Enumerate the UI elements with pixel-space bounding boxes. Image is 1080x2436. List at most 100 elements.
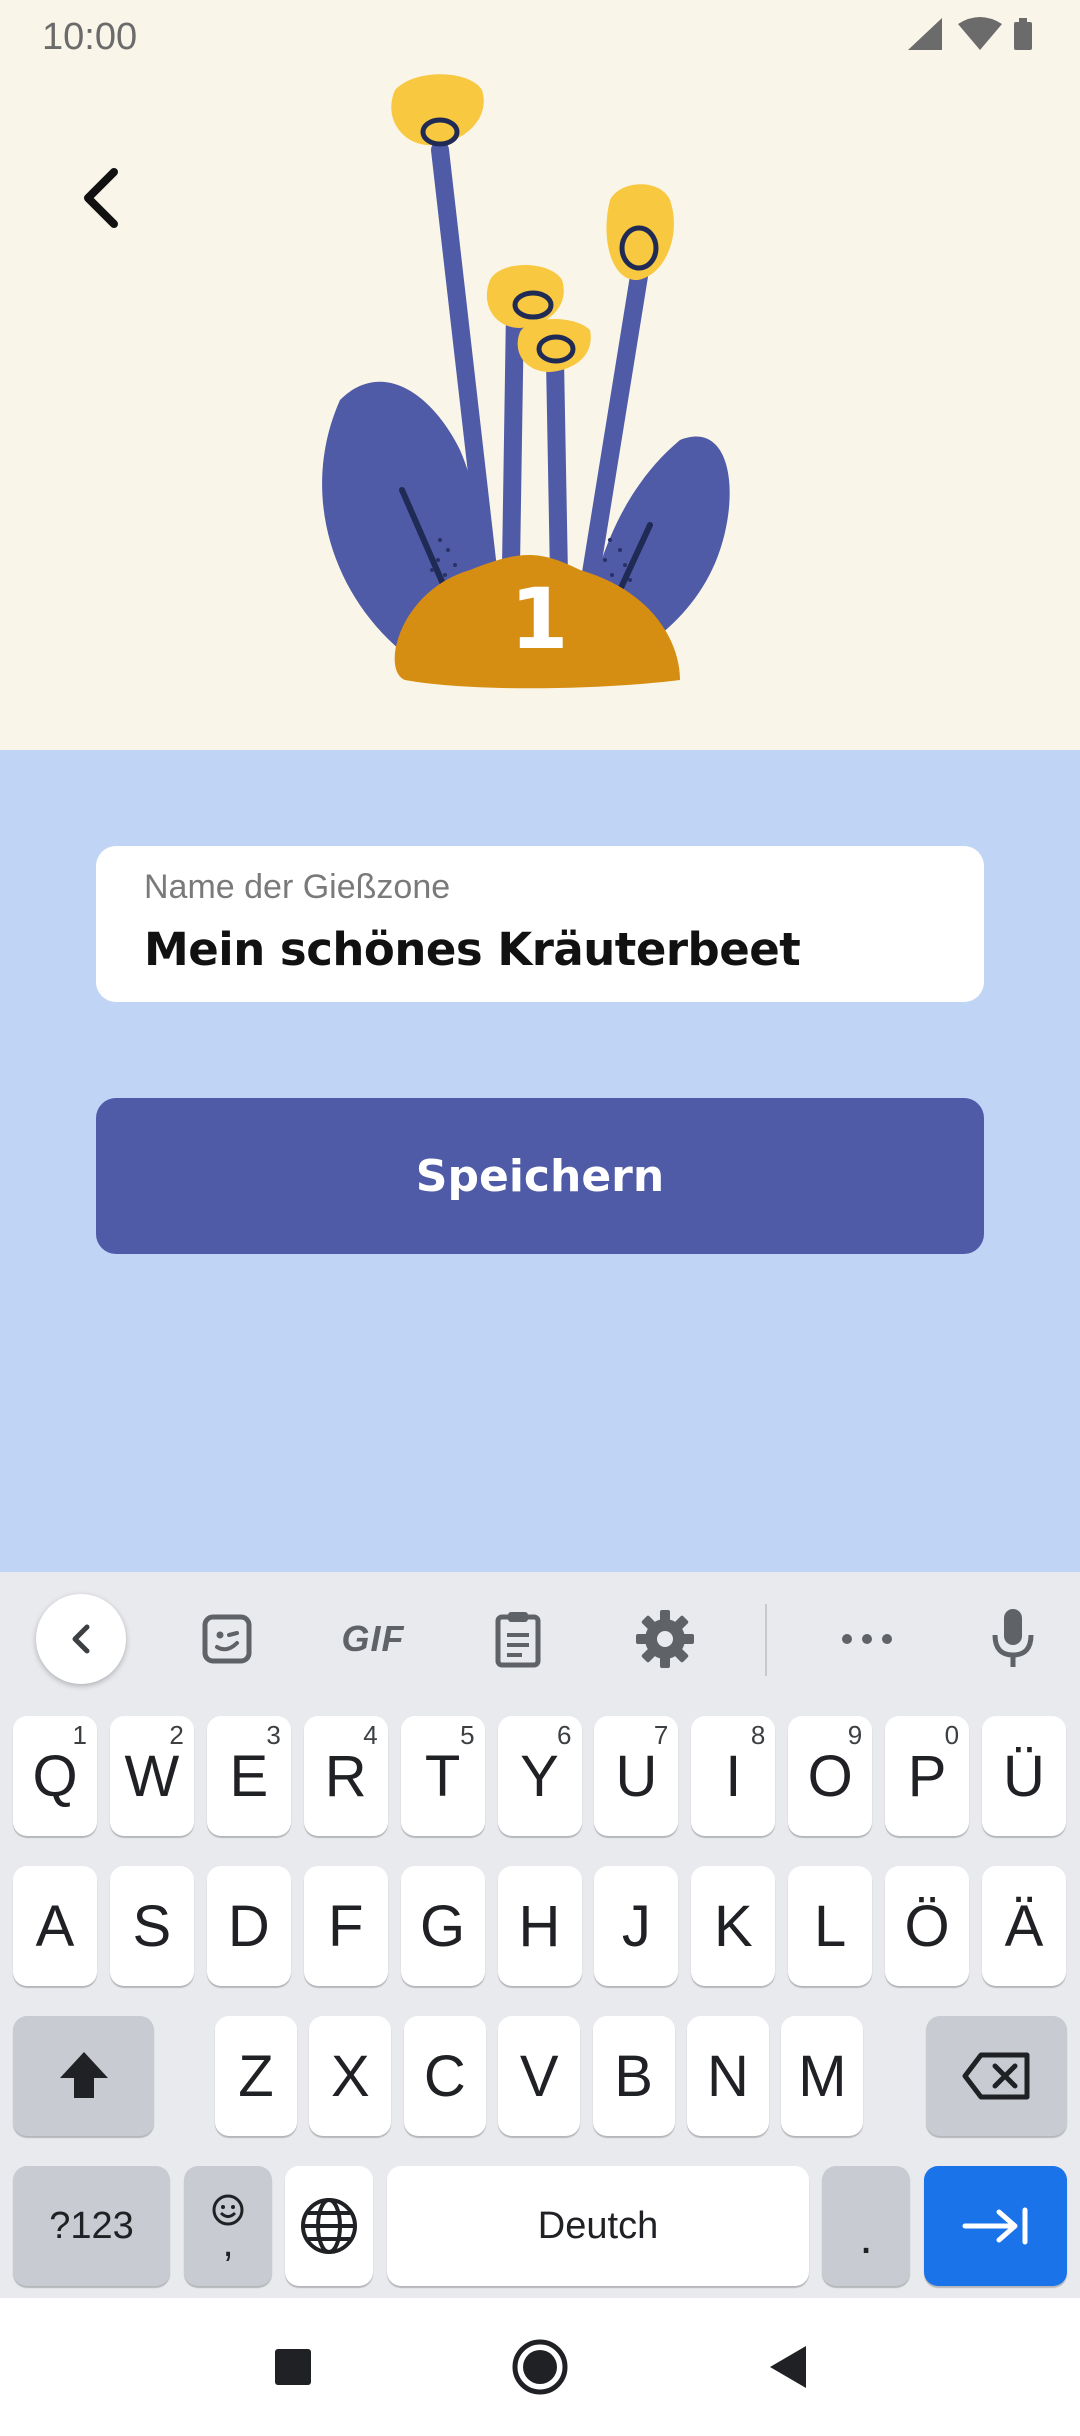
key-o-hint: 9 xyxy=(847,1720,863,1750)
more-button[interactable] xyxy=(822,1594,912,1684)
key-ä-label: Ä xyxy=(1004,1893,1044,1959)
home-icon xyxy=(512,2339,568,2395)
back-icon xyxy=(770,2346,806,2388)
chevron-left-icon xyxy=(84,168,118,228)
key-y[interactable]: Y6 xyxy=(497,1716,582,1836)
key-r[interactable]: R4 xyxy=(303,1716,388,1836)
key-b[interactable]: B xyxy=(592,2016,675,2136)
home-button[interactable] xyxy=(505,2332,575,2402)
key-w-hint: 2 xyxy=(169,1720,184,1750)
key-p[interactable]: P0 xyxy=(885,1716,970,1836)
key-d[interactable]: D xyxy=(206,1866,291,1986)
key-w-label: W xyxy=(124,1743,180,1809)
gif-button[interactable]: GIF xyxy=(328,1594,418,1684)
key-z-label: Z xyxy=(238,2043,274,2109)
key-t-label: T xyxy=(424,1743,461,1809)
key-r-label: R xyxy=(324,1743,367,1809)
key-m[interactable]: M xyxy=(781,2016,864,2136)
language-key[interactable] xyxy=(285,2166,373,2286)
sticker-icon xyxy=(202,1614,252,1664)
status-time: 10:00 xyxy=(42,16,138,58)
key-c[interactable]: C xyxy=(403,2016,486,2136)
key-g-label: G xyxy=(420,1893,466,1959)
key-r-hint: 4 xyxy=(363,1720,378,1750)
key-i-label: I xyxy=(725,1743,742,1809)
collapse-keyboard-button[interactable] xyxy=(36,1594,126,1684)
plant-illustration: 1 xyxy=(320,70,740,690)
key-q-label: Q xyxy=(32,1743,78,1809)
key-b-label: B xyxy=(614,2043,653,2109)
key-ü[interactable]: Ü xyxy=(982,1716,1066,1836)
key-g[interactable]: G xyxy=(400,1866,485,1986)
battery-icon xyxy=(1014,18,1032,50)
key-f-label: F xyxy=(327,1893,364,1959)
sticker-button[interactable] xyxy=(182,1594,272,1684)
key-ü-label: Ü xyxy=(1003,1743,1045,1809)
keyboard: G I F Q 1 W 2 E 3 R 4 T 5 Y 6 U 7 I 8 O 9 … xyxy=(0,1572,1080,2298)
key-u[interactable]: U7 xyxy=(594,1716,679,1836)
key-ö[interactable]: Ö xyxy=(885,1866,970,1986)
key-j[interactable]: J xyxy=(594,1866,679,1986)
shift-key[interactable] xyxy=(13,2016,154,2136)
keyboard-toolbar: GIF xyxy=(0,1572,1080,1700)
key-e[interactable]: E3 xyxy=(206,1716,291,1836)
key-h[interactable]: H xyxy=(497,1866,582,1986)
zone-name-field[interactable]: Name der Gießzone Mein schönes Kräuterbe… xyxy=(96,846,984,1002)
key-z[interactable]: Z xyxy=(215,2016,297,2136)
key-k[interactable]: K xyxy=(691,1866,776,1986)
key-y-hint: 6 xyxy=(557,1720,572,1750)
key-w[interactable]: W2 xyxy=(109,1716,194,1836)
zone-name-label: Name der Gießzone xyxy=(144,868,451,906)
navigation-bar xyxy=(0,2298,1080,2436)
save-button[interactable]: Speichern xyxy=(96,1098,984,1254)
clipboard-button[interactable] xyxy=(473,1594,563,1684)
shift-icon xyxy=(59,2052,108,2098)
voice-input-button[interactable] xyxy=(968,1594,1058,1684)
plant-number: 1 xyxy=(510,570,569,668)
tab-next-icon xyxy=(962,2207,1027,2245)
key-i-hint: 8 xyxy=(750,1720,766,1750)
period-key[interactable]: . xyxy=(822,2166,910,2286)
key-n-label: N xyxy=(707,2043,749,2109)
key-k-label: K xyxy=(713,1893,753,1959)
emoji-comma-key[interactable]: , xyxy=(184,2166,272,2286)
enter-key[interactable] xyxy=(924,2166,1067,2286)
key-c-label: C xyxy=(423,2043,466,2109)
space-key[interactable]: Deutch xyxy=(387,2166,809,2286)
key-u-hint: 7 xyxy=(653,1720,669,1750)
key-a[interactable]: A xyxy=(13,1866,97,1986)
key-v-label: V xyxy=(519,2043,559,2109)
collapse-icon xyxy=(72,1624,90,1654)
settings-icon xyxy=(636,1610,694,1668)
key-v[interactable]: V xyxy=(498,2016,581,2136)
backspace-icon xyxy=(962,2052,1029,2100)
key-n[interactable]: N xyxy=(687,2016,769,2136)
key-l[interactable]: L xyxy=(788,1866,873,1986)
symbols-key[interactable]: ?123 xyxy=(13,2166,170,2286)
key-q-hint: 1 xyxy=(72,1720,87,1750)
key-t[interactable]: T5 xyxy=(400,1716,485,1836)
header-area: 10:00 1 xyxy=(0,0,1080,750)
globe-icon xyxy=(301,2198,357,2254)
key-p-hint: 0 xyxy=(944,1720,960,1750)
key-f[interactable]: F xyxy=(303,1866,388,1986)
nav-back-button[interactable] xyxy=(753,2332,823,2402)
wifi-icon xyxy=(958,17,1002,50)
key-e-hint: 3 xyxy=(266,1720,281,1750)
backspace-key[interactable] xyxy=(926,2016,1067,2136)
settings-button[interactable] xyxy=(620,1594,710,1684)
key-o[interactable]: O9 xyxy=(788,1716,873,1836)
key-x[interactable]: X xyxy=(309,2016,392,2136)
key-o-label: O xyxy=(807,1743,853,1809)
key-s[interactable]: S xyxy=(109,1866,194,1986)
key-t-hint: 5 xyxy=(460,1720,475,1750)
recents-button[interactable] xyxy=(258,2332,328,2402)
zone-name-input[interactable]: Mein schönes Kräuterbeet xyxy=(144,923,944,976)
back-button[interactable] xyxy=(60,150,140,240)
key-i[interactable]: I8 xyxy=(691,1716,776,1836)
key-ä[interactable]: Ä xyxy=(982,1866,1066,1986)
key-q[interactable]: Q1 xyxy=(13,1716,97,1836)
key-l-label: L xyxy=(814,1893,847,1959)
microphone-icon xyxy=(992,1609,1034,1667)
key-m-label: M xyxy=(798,2043,847,2109)
